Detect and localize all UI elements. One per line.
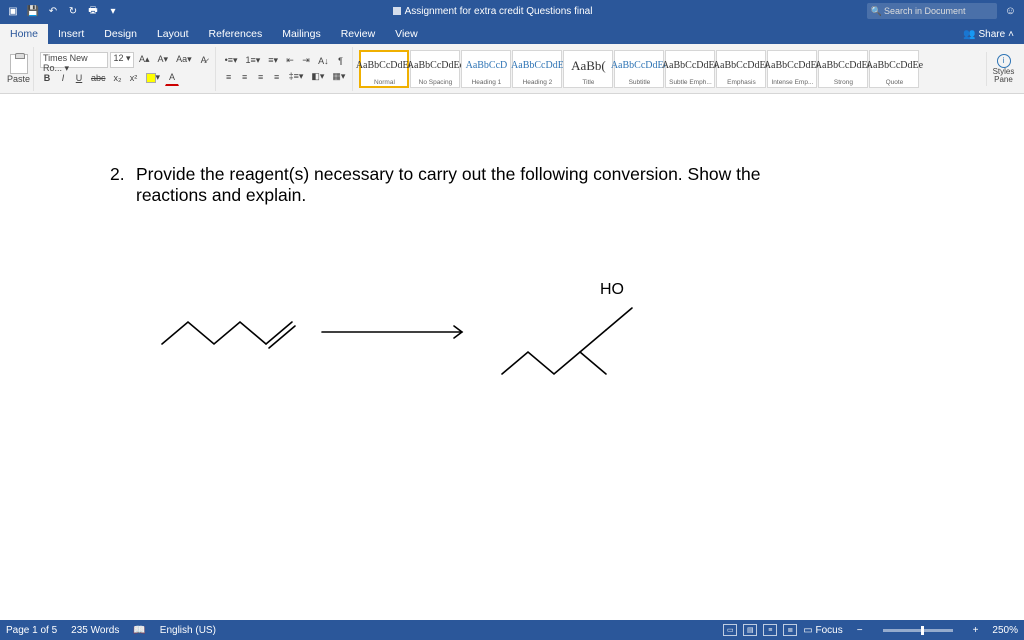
tab-insert[interactable]: Insert [48, 24, 94, 44]
search-icon: 🔍 [871, 6, 882, 17]
styles-pane-button[interactable]: i Styles Pane [986, 52, 1020, 86]
chemistry-diagram: HO [110, 240, 880, 400]
word-count[interactable]: 235 Words [71, 625, 119, 636]
style-intense-emp-[interactable]: AaBbCcDdEeIntense Emp... [767, 50, 817, 88]
style-emphasis[interactable]: AaBbCcDdEeEmphasis [716, 50, 766, 88]
style-strong[interactable]: AaBbCcDdEeStrong [818, 50, 868, 88]
borders-button[interactable]: ▦▾ [329, 69, 348, 85]
style-subtle-emph-[interactable]: AaBbCcDdEeSubtle Emph... [665, 50, 715, 88]
page-indicator[interactable]: Page 1 of 5 [6, 625, 57, 636]
zoom-in-button[interactable]: + [973, 625, 979, 636]
redo-icon[interactable]: ↻ [66, 4, 80, 18]
bold-button[interactable]: B [40, 70, 54, 86]
zoom-out-button[interactable]: − [857, 625, 863, 636]
zoom-level[interactable]: 250% [992, 625, 1018, 636]
tab-view[interactable]: View [385, 24, 428, 44]
share-button[interactable]: 👥 Share ˄ [953, 25, 1024, 44]
question-text: 2.Provide the reagent(s) necessary to ca… [110, 164, 880, 206]
style-heading-1[interactable]: AaBbCcDHeading 1 [461, 50, 511, 88]
layout-icon[interactable]: ▣ [6, 4, 20, 18]
read-mode-icon[interactable]: ▭ [723, 624, 737, 636]
qat-more-icon[interactable]: ▾ [106, 4, 120, 18]
paste-button[interactable]: Paste [4, 47, 34, 91]
line-spacing-button[interactable]: ‡≡▾ [286, 69, 307, 85]
font-name-select[interactable]: Times New Ro... ▾ [40, 52, 108, 68]
italic-button[interactable]: I [56, 70, 70, 86]
feedback-icon[interactable]: ☺ [1005, 5, 1016, 17]
clear-format-button[interactable]: A̷ [197, 52, 211, 68]
save-icon[interactable]: 💾 [26, 4, 40, 18]
spell-check-icon[interactable]: 📖 [133, 625, 145, 636]
style-quote[interactable]: AaBbCcDdEeQuote [869, 50, 919, 88]
grow-font-button[interactable]: A▴ [136, 52, 153, 68]
tab-review[interactable]: Review [331, 24, 385, 44]
bullets-button[interactable]: •≡▾ [222, 53, 241, 69]
focus-mode[interactable]: ▭ Focus [803, 625, 842, 636]
subscript-button[interactable]: x₂ [111, 70, 125, 86]
shrink-font-button[interactable]: A▾ [155, 52, 172, 68]
zoom-slider[interactable] [883, 629, 953, 632]
font-color-button[interactable]: A [165, 70, 179, 86]
tab-layout[interactable]: Layout [147, 24, 199, 44]
multilevel-button[interactable]: ≡▾ [265, 53, 281, 69]
highlight-button[interactable]: ▾ [143, 70, 164, 86]
strike-button[interactable]: abc [88, 70, 109, 86]
style-title[interactable]: AaBb(Title [563, 50, 613, 88]
change-case-button[interactable]: Aa▾ [173, 52, 195, 68]
align-right-button[interactable]: ≡ [254, 69, 268, 85]
outline-icon[interactable]: ≣ [783, 624, 797, 636]
align-left-button[interactable]: ≡ [222, 69, 236, 85]
tab-references[interactable]: References [199, 24, 273, 44]
document-title: Assignment for extra credit Questions fi… [126, 6, 859, 17]
clipboard-icon [10, 54, 28, 74]
search-input[interactable]: 🔍 Search in Document [867, 3, 997, 19]
style-no-spacing[interactable]: AaBbCcDdEeNo Spacing [410, 50, 460, 88]
style-normal[interactable]: AaBbCcDdEeNormal [359, 50, 409, 88]
font-size-select[interactable]: 12 ▾ [110, 52, 134, 68]
style-heading-2[interactable]: AaBbCcDdEHeading 2 [512, 50, 562, 88]
underline-button[interactable]: U [72, 70, 86, 86]
numbering-button[interactable]: 1≡▾ [243, 53, 264, 69]
print-icon[interactable]: 🖶 [86, 4, 100, 18]
document-canvas[interactable]: + 2.Provide the reagent(s) necessary to … [0, 94, 1024, 620]
show-marks-button[interactable]: ¶ [334, 53, 348, 69]
undo-icon[interactable]: ↶ [46, 4, 60, 18]
label-ho: HO [600, 281, 624, 298]
web-layout-icon[interactable]: ≡ [763, 624, 777, 636]
tab-mailings[interactable]: Mailings [272, 24, 331, 44]
language-indicator[interactable]: English (US) [160, 625, 216, 636]
sort-button[interactable]: A↓ [315, 53, 332, 69]
style-subtitle[interactable]: AaBbCcDdEeSubtitle [614, 50, 664, 88]
tab-home[interactable]: Home [0, 24, 48, 44]
justify-button[interactable]: ≡ [270, 69, 284, 85]
styles-pane-icon: i [997, 54, 1011, 68]
superscript-button[interactable]: x² [127, 70, 141, 86]
print-layout-icon[interactable]: ▤ [743, 624, 757, 636]
decrease-indent-button[interactable]: ⇤ [283, 53, 297, 69]
align-center-button[interactable]: ≡ [238, 69, 252, 85]
shading-button[interactable]: ◧▾ [308, 69, 327, 85]
tab-design[interactable]: Design [94, 24, 147, 44]
increase-indent-button[interactable]: ⇥ [299, 53, 313, 69]
